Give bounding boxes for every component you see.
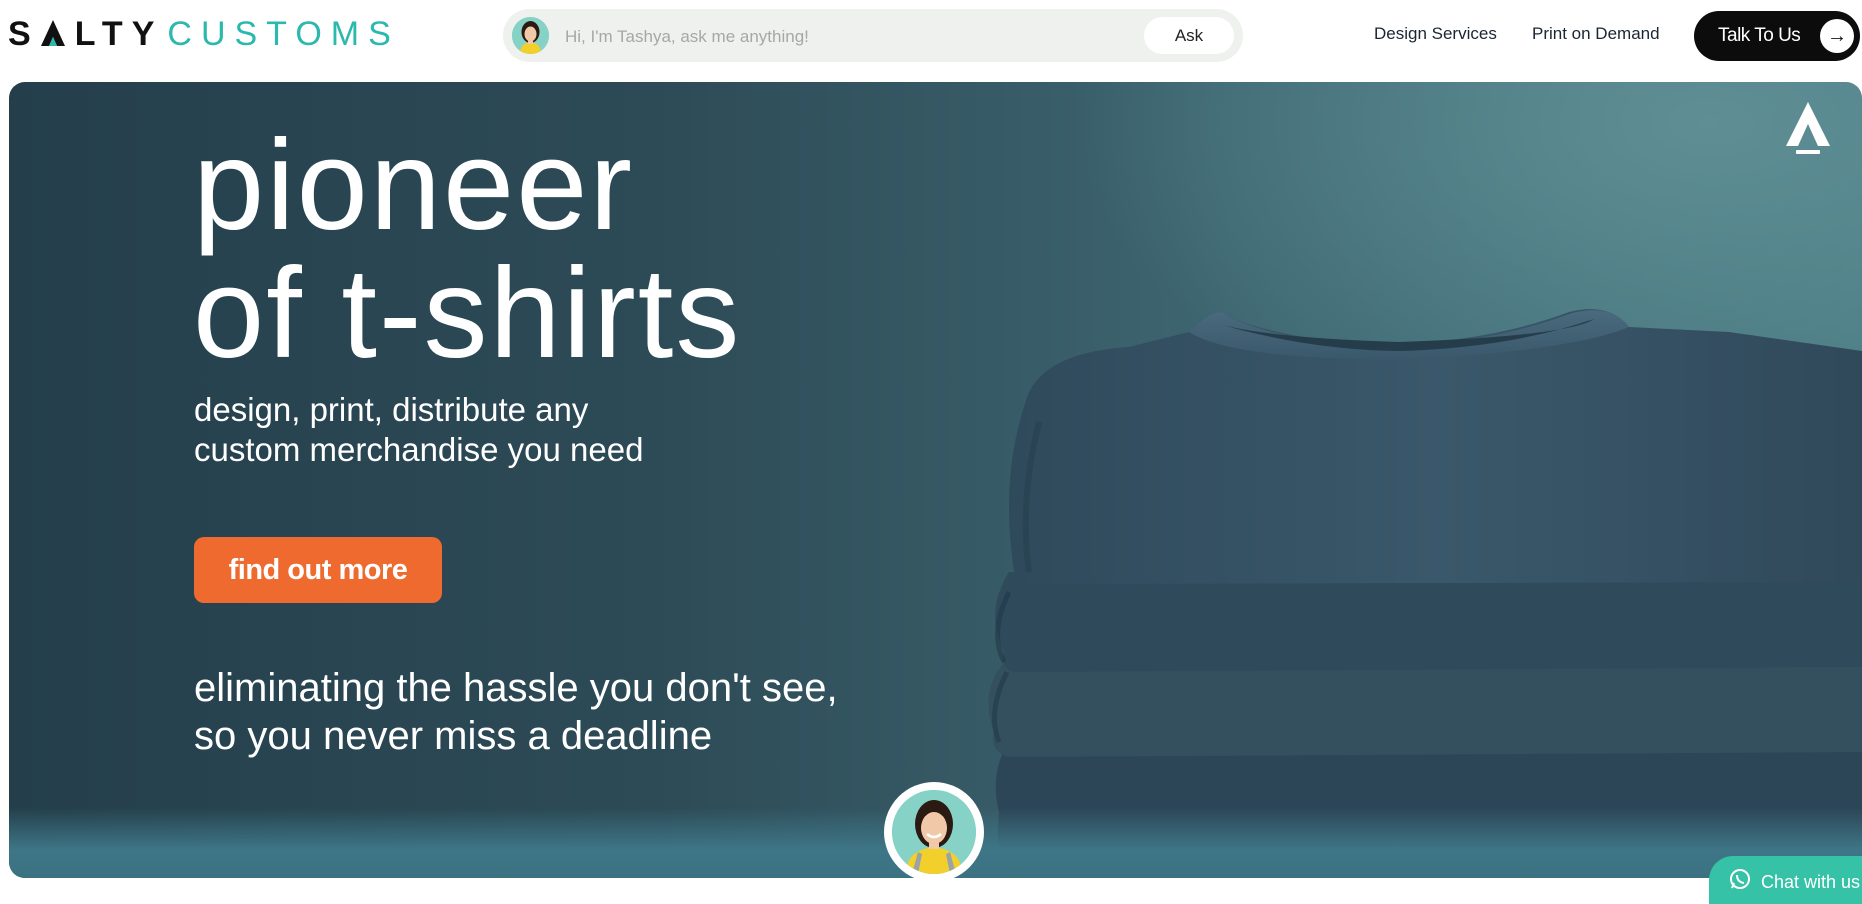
salty-customs-logo[interactable]: S LTY CUSTOMS xyxy=(8,14,400,54)
nav-print-on-demand[interactable]: Print on Demand xyxy=(1532,24,1660,44)
assistant-avatar-large xyxy=(892,790,976,874)
talk-to-us-label: Talk To Us xyxy=(1718,25,1801,46)
subline-line-2: custom merchandise you need xyxy=(194,431,644,468)
assistant-face-icon xyxy=(512,17,549,54)
hero-tagline: eliminating the hassle you don't see, so… xyxy=(194,664,838,760)
ask-input[interactable] xyxy=(563,9,1127,64)
logo-salty: S LTY xyxy=(8,15,163,54)
logo-a-mark-icon xyxy=(40,20,65,46)
assistant-avatar-bubble[interactable] xyxy=(884,782,984,882)
logo-letter-s: S xyxy=(8,14,40,53)
subline-line-1: design, print, distribute any xyxy=(194,391,589,428)
logo-letters-lty: LTY xyxy=(74,14,164,53)
headline-line-2: of t-shirts xyxy=(193,242,742,385)
assistant-portrait-icon xyxy=(892,790,976,874)
talk-to-us-button[interactable]: Talk To Us → xyxy=(1694,11,1860,61)
whatsapp-icon xyxy=(1730,869,1750,889)
ask-button[interactable]: Ask xyxy=(1144,17,1234,54)
headline-line-1: pioneer xyxy=(193,114,634,257)
nav-design-services[interactable]: Design Services xyxy=(1374,24,1497,44)
find-out-more-button[interactable]: find out more xyxy=(194,537,442,603)
chat-with-us-label: Chat with us xyxy=(1761,872,1861,892)
hero-headline: pioneer of t-shirts xyxy=(193,122,741,378)
tagline-line-1: eliminating the hassle you don't see, xyxy=(194,666,838,710)
site-header: S LTY CUSTOMS Ask Design Services Print … xyxy=(0,0,1862,76)
brand-sail-icon xyxy=(1786,102,1830,154)
logo-customs: CUSTOMS xyxy=(167,14,400,53)
assistant-avatar xyxy=(512,17,549,54)
folded-tshirts-image xyxy=(988,309,1862,878)
arrow-right-icon: → xyxy=(1820,19,1854,53)
chat-with-us-widget[interactable]: Chat with us xyxy=(1709,856,1862,904)
hero-subline: design, print, distribute any custom mer… xyxy=(194,390,643,470)
hero-banner: pioneer of t-shirts design, print, distr… xyxy=(9,82,1862,878)
ask-assistant-bar: Ask xyxy=(503,9,1243,64)
tagline-line-2: so you never miss a deadline xyxy=(194,714,713,758)
